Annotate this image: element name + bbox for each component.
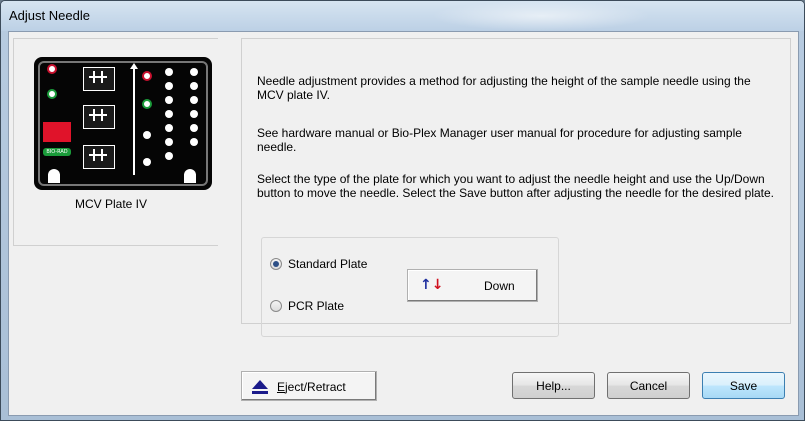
plate-dot [165,82,173,90]
plate-red-block [43,122,71,142]
info-paragraph-3: Select the type of the plate for which y… [257,172,775,200]
plate-dot [143,131,151,139]
cancel-button[interactable]: Cancel [607,372,690,399]
plate-mark-1a [93,71,95,83]
eject-retract-button[interactable]: Eject/Retract [241,371,377,401]
plate-port-red-2 [142,71,152,81]
plate-mark-2b [101,109,103,121]
plate-dot [190,138,198,146]
plate-mark-3b [101,149,103,161]
plate-port-green-2 [142,99,152,109]
plate-dot [165,124,173,132]
bio-rad-badge: BIO-RAD [43,148,71,156]
plate-port-red [47,64,57,74]
plate-mark-1 [89,76,107,78]
dialog-client-area: BIO-RAD MCV Plate IV Needle adjustment p… [8,31,799,416]
plate-dot [190,124,198,132]
window-title: Adjust Needle [9,8,90,23]
plate-dot [190,68,198,76]
up-down-label: Down [484,279,515,293]
radio-standard-plate[interactable]: Standard Plate [270,257,367,271]
up-down-arrows-icon: ↑↓ [420,277,444,293]
up-down-button[interactable]: ↑↓ Down [407,269,538,302]
plate-foot-right [184,169,196,183]
title-bar[interactable]: Adjust Needle [1,1,804,31]
plate-mark-1b [101,71,103,83]
plate-dot [190,110,198,118]
plate-mark-2a [93,109,95,121]
radio-standard-label: Standard Plate [288,257,368,271]
eject-retract-label: Eject/Retract [277,380,346,394]
plate-well-block-2 [83,105,115,129]
plate-well-block-1 [83,67,115,91]
info-paragraph-2: See hardware manual or Bio-Plex Manager … [257,126,742,154]
eject-label-rest: ject/Retract [285,380,346,394]
eject-accelerator: E [277,380,286,394]
plate-dot [143,158,151,166]
plate-dot [190,82,198,90]
plate-label: MCV Plate IV [74,197,148,211]
plate-dot [190,96,198,104]
plate-panel: BIO-RAD MCV Plate IV [13,38,218,246]
adjust-needle-window: Adjust Needle BIO-RAD MCV Plate IV Needl… [0,0,805,421]
info-paragraph-1: Needle adjustment provides a method for … [257,74,751,102]
plate-divider-arrow [130,63,138,69]
radio-pcr-label: PCR Plate [288,299,345,313]
plate-port-green [47,89,57,99]
instructions-panel: Needle adjustment provides a method for … [241,38,791,337]
plate-dot [165,110,173,118]
plate-mark-3 [89,154,107,156]
plate-foot-left [48,169,60,183]
radio-standard-indicator[interactable] [270,258,282,270]
title-bar-glow [431,1,651,31]
mcv-plate-image: BIO-RAD [34,57,212,190]
plate-type-group: Standard Plate PCR Plate ↑↓ Down [261,237,559,337]
save-button[interactable]: Save [702,372,785,399]
plate-dot [165,152,173,160]
plate-divider [133,65,135,175]
radio-pcr-plate[interactable]: PCR Plate [270,299,344,313]
help-button[interactable]: Help... [512,372,595,399]
plate-dot [165,96,173,104]
plate-dot [165,68,173,76]
radio-pcr-indicator[interactable] [270,300,282,312]
plate-mark-2 [89,114,107,116]
plate-dot [165,138,173,146]
plate-well-block-3 [83,145,115,169]
plate-mark-3a [93,149,95,161]
eject-icon [251,379,269,395]
